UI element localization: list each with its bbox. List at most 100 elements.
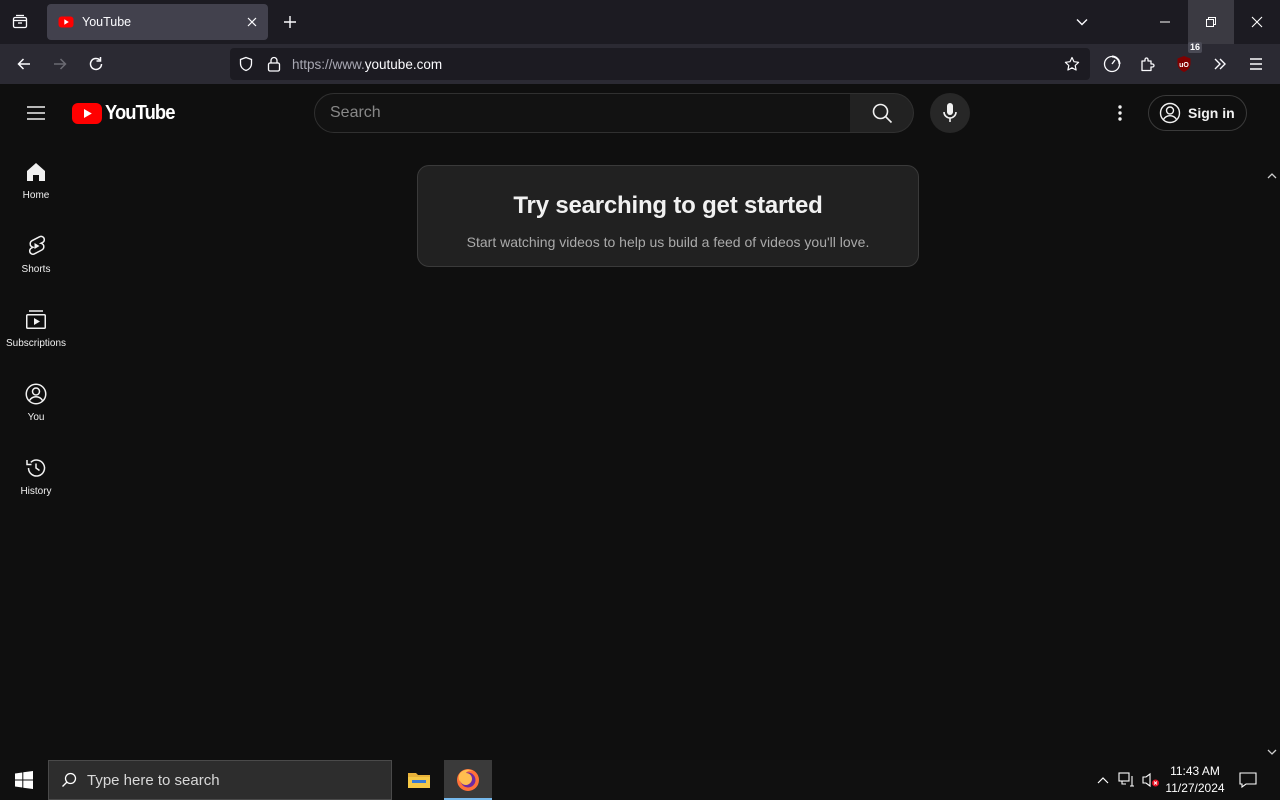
sign-in-label: Sign in (1188, 105, 1235, 121)
start-button[interactable] (0, 760, 48, 800)
window-minimize-button[interactable] (1142, 0, 1188, 44)
history-icon (26, 459, 46, 477)
gauge-icon (1103, 55, 1121, 73)
windows-logo-icon (15, 771, 33, 789)
taskbar-firefox[interactable] (444, 760, 492, 800)
sidebar-item-label: Shorts (21, 264, 51, 275)
settings-more-button[interactable] (1104, 97, 1136, 129)
app-menu-button[interactable] (1240, 48, 1272, 80)
reload-button[interactable] (80, 48, 112, 80)
list-all-tabs-button[interactable] (4, 6, 36, 38)
taskbar-clock[interactable]: 11:43 AM 11/27/2024 (1160, 763, 1230, 797)
clock-time: 11:43 AM (1170, 764, 1220, 778)
new-tab-button[interactable] (274, 6, 306, 38)
sidebar-item-home[interactable]: Home (0, 140, 72, 214)
restore-icon (1206, 17, 1216, 27)
browser-navigation-bar: https://www.youtube.com uO 16 (0, 42, 1280, 84)
ublock-extension-button[interactable]: uO 16 (1168, 42, 1202, 80)
clock-date: 11/27/2024 (1165, 781, 1225, 795)
bookmark-star-icon[interactable] (1056, 56, 1088, 72)
svg-text:uO: uO (1179, 62, 1189, 69)
network-icon (1118, 772, 1134, 787)
home-icon (27, 163, 45, 181)
extensions-button[interactable] (1132, 48, 1164, 80)
chevron-up-icon (1097, 777, 1109, 784)
sidebar-item-you[interactable]: You (0, 362, 72, 436)
browser-tab-youtube[interactable]: YouTube (47, 4, 268, 40)
arrow-left-icon (17, 58, 30, 70)
sidebar-item-label: Home (22, 190, 50, 201)
windows-taskbar: Type here to search 11:43 AM 11/27/2024 (0, 760, 1280, 800)
youtube-logo[interactable]: YouTube (72, 102, 181, 125)
youtube-favicon-icon (58, 14, 74, 30)
empty-feed-prompt: Try searching to get started Start watch… (417, 165, 919, 267)
voice-search-button[interactable] (930, 93, 970, 133)
taskbar-search-placeholder: Type here to search (87, 771, 220, 789)
url-prefix: https://www. (292, 56, 365, 72)
tabs-overflow-button[interactable] (1066, 6, 1098, 38)
youtube-logo-text: YouTube (105, 102, 175, 124)
forward-button[interactable] (44, 48, 76, 80)
puzzle-piece-icon (1141, 57, 1155, 72)
taskbar-search-box[interactable]: Type here to search (48, 760, 392, 800)
extension-badge-count: 16 (1187, 42, 1202, 53)
chevron-down-icon (1076, 19, 1088, 26)
address-bar[interactable]: https://www.youtube.com (230, 48, 1090, 80)
sidebar-item-label: You (27, 412, 45, 423)
close-icon (1251, 16, 1263, 28)
account-circle-icon (1159, 102, 1181, 124)
sidebar-item-shorts[interactable]: Shorts (0, 214, 72, 288)
network-status-button[interactable] (1117, 770, 1137, 790)
volume-button[interactable] (1141, 770, 1161, 790)
search-icon (872, 103, 892, 124)
microphone-icon (943, 103, 957, 122)
prompt-subtitle: Start watching videos to help us build a… (466, 234, 870, 250)
guide-menu-button[interactable] (20, 97, 52, 129)
search-button[interactable] (850, 93, 914, 133)
reload-icon (89, 57, 103, 71)
search-input[interactable] (330, 104, 850, 122)
folder-icon (408, 773, 430, 788)
window-close-button[interactable] (1234, 0, 1280, 44)
show-hidden-icons-button[interactable] (1093, 770, 1113, 790)
prompt-title: Try searching to get started (513, 192, 823, 219)
notification-icon (1239, 772, 1257, 788)
sidebar-item-history[interactable]: History (0, 436, 72, 510)
subscriptions-icon (26, 310, 46, 329)
tab-title: YouTube (82, 15, 132, 29)
minimize-icon (1160, 21, 1170, 23)
search-icon (62, 772, 77, 787)
browser-tab-strip: YouTube (0, 0, 1280, 44)
youtube-play-logo-icon (72, 103, 102, 124)
ublock-shield-icon: uO (1177, 56, 1191, 72)
you-icon (25, 383, 47, 405)
url-text[interactable]: https://www.youtube.com (292, 57, 1056, 72)
lock-icon[interactable] (260, 56, 288, 72)
sidebar-item-label: Subscriptions (5, 338, 67, 349)
tracking-protection-icon[interactable] (232, 56, 260, 72)
scroll-down-arrow-icon[interactable] (1266, 746, 1278, 758)
tab-list-icon (12, 14, 28, 29)
firefox-icon (457, 769, 479, 791)
scroll-up-arrow-icon[interactable] (1266, 170, 1278, 182)
double-chevron-right-icon (1214, 58, 1226, 70)
sign-in-button[interactable]: Sign in (1148, 95, 1247, 131)
vertical-dots-icon (1118, 105, 1122, 121)
hamburger-menu-icon (1250, 58, 1262, 70)
taskbar-file-explorer[interactable] (395, 760, 443, 800)
hamburger-menu-icon (27, 106, 45, 120)
url-domain: youtube.com (364, 56, 443, 72)
arrow-right-icon (54, 58, 67, 70)
shorts-icon (28, 235, 46, 255)
firefox-view-button[interactable] (1096, 48, 1128, 80)
youtube-page: YouTube Sign in (0, 84, 1280, 760)
back-button[interactable] (8, 48, 40, 80)
sidebar-item-label: History (20, 486, 52, 497)
close-tab-icon[interactable] (240, 10, 264, 34)
more-tools-button[interactable] (1204, 48, 1236, 80)
sidebar-item-subscriptions[interactable]: Subscriptions (0, 288, 72, 362)
action-center-button[interactable] (1236, 768, 1260, 792)
plus-icon (284, 16, 296, 28)
window-restore-button[interactable] (1188, 0, 1234, 44)
search-box[interactable] (314, 93, 851, 133)
